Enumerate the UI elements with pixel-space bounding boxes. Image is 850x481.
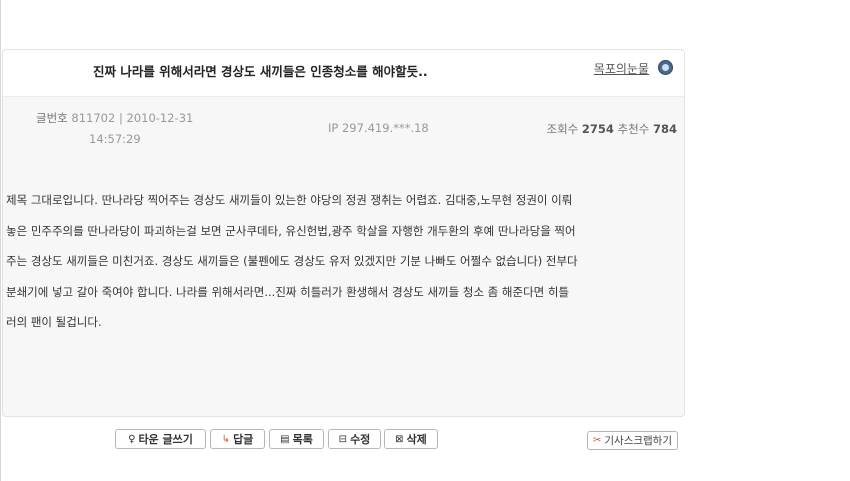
author-link[interactable]: 목포의눈물 xyxy=(594,60,649,77)
town-write-label: 타운 글쓰기 xyxy=(138,433,193,446)
post-time-row: 14:57:29 xyxy=(89,132,141,146)
article-scrap-button[interactable]: ✂ 기사스크랩하기 xyxy=(587,431,678,450)
post-header: 진짜 나라를 위해서라면 경상도 새끼들은 인종청소를 해야할듯.. 목포의눈물 xyxy=(3,50,684,97)
post-stats: 조회수 2754 추천수 784 xyxy=(547,121,678,137)
delete-button[interactable]: ⊠ 삭제 xyxy=(384,429,438,449)
post-body: 제목 그대로입니다. 딴나라당 찍어주는 경상도 새끼들이 있는한 야당의 정권… xyxy=(6,185,686,338)
recommend-count: 784 xyxy=(652,122,677,136)
post-body-line: 놓은 민주주의를 딴나라당이 파괴하는걸 보면 군사쿠데타, 유신헌법,광주 학… xyxy=(6,223,576,238)
left-border xyxy=(0,0,1,481)
author-badge-icon[interactable] xyxy=(658,60,673,75)
delete-icon: ⊠ xyxy=(395,433,404,445)
scissors-icon: ✂ xyxy=(592,435,602,446)
edit-icon: ⊟ xyxy=(338,433,348,445)
post-time: 14:57:29 xyxy=(89,132,141,146)
recommend-label: 추천수 xyxy=(617,122,650,136)
article-scrap-label: 기사스크랩하기 xyxy=(604,435,672,447)
list-button[interactable]: ▤ 목록 xyxy=(269,429,324,449)
reply-button[interactable]: ↳ 답글 xyxy=(210,429,265,449)
list-label: 목록 xyxy=(292,433,313,446)
views-label: 조회수 xyxy=(546,122,579,136)
post-number-value: 811702 xyxy=(71,111,116,125)
pen-icon: ♀ xyxy=(128,433,136,445)
town-write-button[interactable]: ♀ 타운 글쓰기 xyxy=(115,429,206,449)
post-body-line: 주는 경상도 새끼들은 미친거죠. 경상도 새끼들은 (불펜에도 경상도 유저 … xyxy=(6,254,578,268)
post-body-line: 러의 팬이 될겁니다. xyxy=(6,315,102,329)
post-number-date: 글번호 811702 | 2010-12-31 xyxy=(36,110,193,126)
ip-label: IP xyxy=(328,121,339,135)
reply-label: 답글 xyxy=(233,433,254,446)
post-number-label: 글번호 xyxy=(36,111,68,125)
post-body-line: 분쇄기에 넣고 갈아 죽여야 합니다. 나라를 위해서라면...진짜 히틀러가 … xyxy=(6,284,570,299)
meta-separator: | xyxy=(118,111,123,125)
post-card: 진짜 나라를 위해서라면 경상도 새끼들은 인종청소를 해야할듯.. 목포의눈물… xyxy=(2,49,685,417)
edit-label: 수정 xyxy=(350,433,371,446)
post-date: 2010-12-31 xyxy=(126,111,194,125)
post-ip: IP 297.419.***.18 xyxy=(328,121,429,135)
delete-label: 삭제 xyxy=(406,433,427,446)
views-count: 2754 xyxy=(581,122,614,136)
post-title: 진짜 나라를 위해서라면 경상도 새끼들은 인종청소를 해야할듯.. xyxy=(93,64,428,79)
reply-arrow-icon: ↳ xyxy=(221,433,231,445)
ip-value: 297.419.***.18 xyxy=(341,121,429,135)
edit-button[interactable]: ⊟ 수정 xyxy=(328,429,381,449)
list-icon: ▤ xyxy=(280,433,290,445)
post-body-line: 제목 그대로입니다. 딴나라당 찍어주는 경상도 새끼들이 있는한 야당의 정권… xyxy=(6,193,573,207)
